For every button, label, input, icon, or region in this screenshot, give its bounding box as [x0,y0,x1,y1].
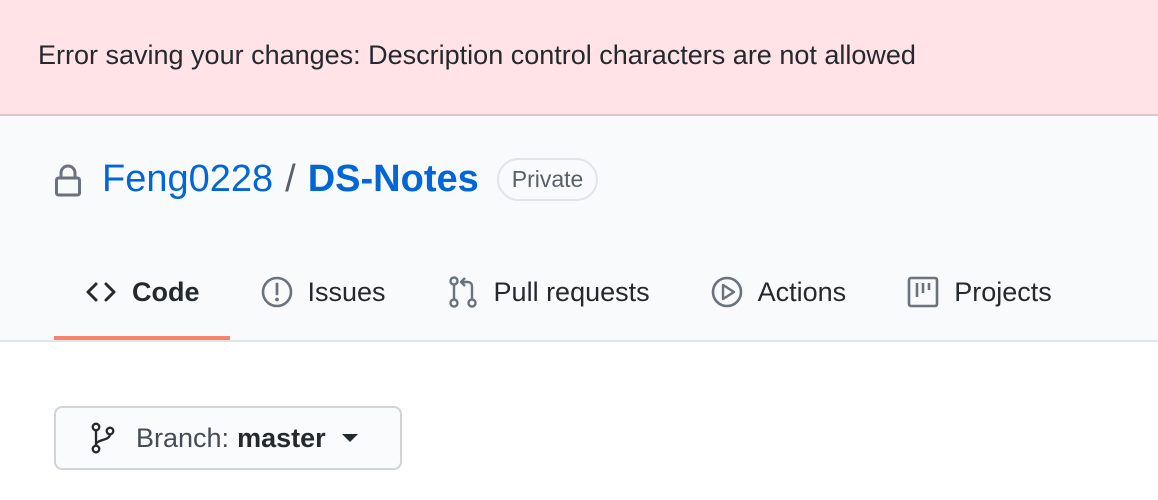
error-message: Error saving your changes: Description c… [38,40,916,70]
tab-label: Pull requests [493,276,650,307]
code-icon [86,282,116,302]
tab-label: Issues [307,276,386,307]
error-flash-banner: Error saving your changes: Description c… [0,0,1158,116]
play-icon [711,276,742,308]
branch-name: master [237,422,326,453]
path-separator: / [285,158,296,200]
repo-nav-tabs: Code Issues Pull requests Actions Projec… [54,248,1082,342]
tab-label: Projects [954,276,1052,307]
branch-label: Branch: [136,422,230,453]
pull-request-icon [448,276,477,308]
tab-issues[interactable]: Issues [230,248,416,336]
visibility-badge: Private [496,158,599,201]
tab-projects[interactable]: Projects [876,248,1082,336]
repo-owner-link[interactable]: Feng0228 [102,158,273,201]
chevron-down-icon [341,434,358,442]
tab-actions[interactable]: Actions [680,248,877,336]
tab-pull-requests[interactable]: Pull requests [416,248,680,336]
repo-name-link[interactable]: DS-Notes [308,158,479,201]
repo-header: Feng0228 / DS-Notes Private Code Issues [0,116,1158,342]
branch-icon [91,422,115,454]
tab-code[interactable]: Code [54,248,230,340]
repo-title: Feng0228 / DS-Notes Private [54,158,599,201]
project-icon [907,276,939,308]
issue-icon [261,276,292,308]
branch-select-button[interactable]: Branch: master [54,406,402,470]
tab-label: Actions [757,276,847,307]
lock-icon [55,164,81,196]
tab-label: Code [132,276,200,307]
